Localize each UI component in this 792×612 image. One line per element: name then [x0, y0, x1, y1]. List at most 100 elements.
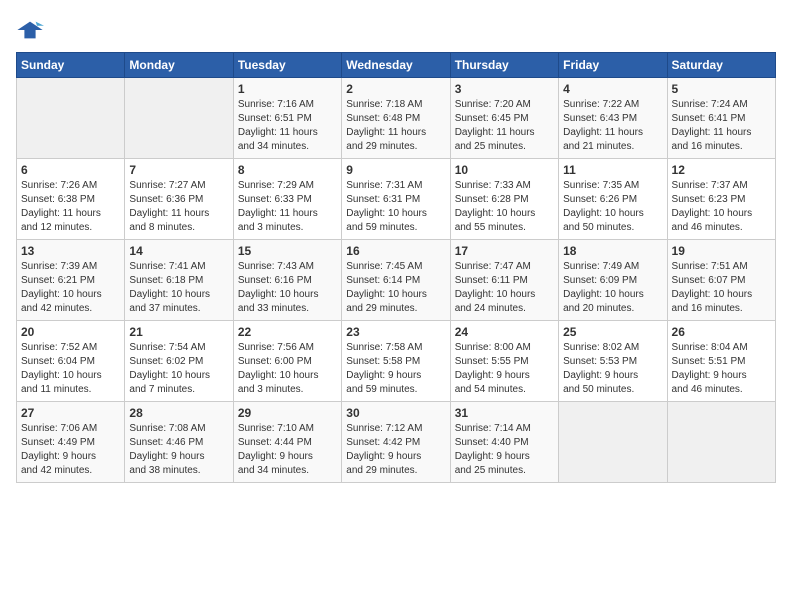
day-number: 31	[455, 406, 554, 420]
day-number: 6	[21, 163, 120, 177]
day-cell: 17 Sunrise: 7:47 AM Sunset: 6:11 PM Dayli…	[450, 240, 558, 321]
logo	[16, 16, 48, 44]
day-number: 2	[346, 82, 445, 96]
day-number: 10	[455, 163, 554, 177]
day-number: 28	[129, 406, 228, 420]
page-header	[16, 16, 776, 44]
logo-icon	[16, 16, 44, 44]
day-info: Sunrise: 8:04 AM Sunset: 5:51 PM Dayligh…	[672, 341, 771, 397]
day-cell: 9 Sunrise: 7:31 AM Sunset: 6:31 PM Daylig…	[342, 159, 450, 240]
day-info: Sunrise: 7:10 AM Sunset: 4:44 PM Dayligh…	[238, 422, 337, 478]
day-number: 26	[672, 325, 771, 339]
day-number: 17	[455, 244, 554, 258]
day-number: 9	[346, 163, 445, 177]
day-cell: 21Sunrise: 7:54 AM Sunset: 6:02 PM Dayli…	[125, 321, 233, 402]
day-header-saturday: Saturday	[667, 53, 775, 78]
day-cell: 20 Sunrise: 7:52 AM Sunset: 6:04 PM Dayli…	[17, 321, 125, 402]
day-number: 22	[238, 325, 337, 339]
day-cell: 29 Sunrise: 7:10 AM Sunset: 4:44 PM Dayli…	[233, 402, 341, 483]
day-cell: 2 Sunrise: 7:18 AM Sunset: 6:48 PM Daylig…	[342, 78, 450, 159]
day-number: 12	[672, 163, 771, 177]
day-cell: 5Sunrise: 7:24 AM Sunset: 6:41 PM Daylig…	[667, 78, 775, 159]
calendar-table: SundayMondayTuesdayWednesdayThursdayFrid…	[16, 52, 776, 483]
day-cell: 3 Sunrise: 7:20 AM Sunset: 6:45 PM Daylig…	[450, 78, 558, 159]
day-cell: 30Sunrise: 7:12 AM Sunset: 4:42 PM Dayli…	[342, 402, 450, 483]
day-cell: 6 Sunrise: 7:26 AM Sunset: 6:38 PM Daylig…	[17, 159, 125, 240]
day-info: Sunrise: 7:08 AM Sunset: 4:46 PM Dayligh…	[129, 422, 228, 478]
day-info: Sunrise: 7:22 AM Sunset: 6:43 PM Dayligh…	[563, 98, 662, 154]
day-header-tuesday: Tuesday	[233, 53, 341, 78]
day-cell: 10 Sunrise: 7:33 AM Sunset: 6:28 PM Dayli…	[450, 159, 558, 240]
day-cell: 1 Sunrise: 7:16 AM Sunset: 6:51 PM Daylig…	[233, 78, 341, 159]
day-info: Sunrise: 7:06 AM Sunset: 4:49 PM Dayligh…	[21, 422, 120, 478]
day-info: Sunrise: 7:26 AM Sunset: 6:38 PM Dayligh…	[21, 179, 120, 235]
day-cell: 28 Sunrise: 7:08 AM Sunset: 4:46 PM Dayli…	[125, 402, 233, 483]
day-info: Sunrise: 7:56 AM Sunset: 6:00 PM Dayligh…	[238, 341, 337, 397]
day-cell: 23Sunrise: 7:58 AM Sunset: 5:58 PM Dayli…	[342, 321, 450, 402]
week-row-1: 1 Sunrise: 7:16 AM Sunset: 6:51 PM Daylig…	[17, 78, 776, 159]
day-cell	[17, 78, 125, 159]
day-number: 13	[21, 244, 120, 258]
day-cell: 27 Sunrise: 7:06 AM Sunset: 4:49 PM Dayli…	[17, 402, 125, 483]
day-cell: 26 Sunrise: 8:04 AM Sunset: 5:51 PM Dayli…	[667, 321, 775, 402]
day-info: Sunrise: 7:31 AM Sunset: 6:31 PM Dayligh…	[346, 179, 445, 235]
day-info: Sunrise: 7:29 AM Sunset: 6:33 PM Dayligh…	[238, 179, 337, 235]
day-number: 8	[238, 163, 337, 177]
day-info: Sunrise: 7:12 AM Sunset: 4:42 PM Dayligh…	[346, 422, 445, 478]
day-cell: 24Sunrise: 8:00 AM Sunset: 5:55 PM Dayli…	[450, 321, 558, 402]
week-row-2: 6 Sunrise: 7:26 AM Sunset: 6:38 PM Daylig…	[17, 159, 776, 240]
day-number: 5	[672, 82, 771, 96]
day-cell: 22 Sunrise: 7:56 AM Sunset: 6:00 PM Dayli…	[233, 321, 341, 402]
day-number: 21	[129, 325, 228, 339]
day-info: Sunrise: 7:33 AM Sunset: 6:28 PM Dayligh…	[455, 179, 554, 235]
day-number: 29	[238, 406, 337, 420]
day-number: 11	[563, 163, 662, 177]
day-info: Sunrise: 7:43 AM Sunset: 6:16 PM Dayligh…	[238, 260, 337, 316]
day-info: Sunrise: 7:20 AM Sunset: 6:45 PM Dayligh…	[455, 98, 554, 154]
day-info: Sunrise: 7:47 AM Sunset: 6:11 PM Dayligh…	[455, 260, 554, 316]
day-info: Sunrise: 7:18 AM Sunset: 6:48 PM Dayligh…	[346, 98, 445, 154]
day-info: Sunrise: 7:45 AM Sunset: 6:14 PM Dayligh…	[346, 260, 445, 316]
day-number: 7	[129, 163, 228, 177]
day-info: Sunrise: 7:52 AM Sunset: 6:04 PM Dayligh…	[21, 341, 120, 397]
day-cell	[667, 402, 775, 483]
day-number: 14	[129, 244, 228, 258]
day-number: 19	[672, 244, 771, 258]
day-number: 3	[455, 82, 554, 96]
day-info: Sunrise: 7:14 AM Sunset: 4:40 PM Dayligh…	[455, 422, 554, 478]
day-cell: 14Sunrise: 7:41 AM Sunset: 6:18 PM Dayli…	[125, 240, 233, 321]
day-info: Sunrise: 8:02 AM Sunset: 5:53 PM Dayligh…	[563, 341, 662, 397]
day-info: Sunrise: 7:37 AM Sunset: 6:23 PM Dayligh…	[672, 179, 771, 235]
day-info: Sunrise: 7:49 AM Sunset: 6:09 PM Dayligh…	[563, 260, 662, 316]
day-number: 20	[21, 325, 120, 339]
day-number: 4	[563, 82, 662, 96]
day-cell: 16Sunrise: 7:45 AM Sunset: 6:14 PM Dayli…	[342, 240, 450, 321]
day-cell: 19 Sunrise: 7:51 AM Sunset: 6:07 PM Dayli…	[667, 240, 775, 321]
day-cell: 12 Sunrise: 7:37 AM Sunset: 6:23 PM Dayli…	[667, 159, 775, 240]
day-cell: 4 Sunrise: 7:22 AM Sunset: 6:43 PM Daylig…	[559, 78, 667, 159]
day-info: Sunrise: 7:51 AM Sunset: 6:07 PM Dayligh…	[672, 260, 771, 316]
day-cell: 25 Sunrise: 8:02 AM Sunset: 5:53 PM Dayli…	[559, 321, 667, 402]
day-cell	[559, 402, 667, 483]
day-number: 15	[238, 244, 337, 258]
day-number: 18	[563, 244, 662, 258]
day-header-sunday: Sunday	[17, 53, 125, 78]
day-cell: 15 Sunrise: 7:43 AM Sunset: 6:16 PM Dayli…	[233, 240, 341, 321]
day-cell: 7 Sunrise: 7:27 AM Sunset: 6:36 PM Daylig…	[125, 159, 233, 240]
day-number: 27	[21, 406, 120, 420]
day-number: 1	[238, 82, 337, 96]
day-header-thursday: Thursday	[450, 53, 558, 78]
day-number: 25	[563, 325, 662, 339]
day-info: Sunrise: 7:16 AM Sunset: 6:51 PM Dayligh…	[238, 98, 337, 154]
day-cell: 8 Sunrise: 7:29 AM Sunset: 6:33 PM Daylig…	[233, 159, 341, 240]
day-info: Sunrise: 7:27 AM Sunset: 6:36 PM Dayligh…	[129, 179, 228, 235]
day-cell: 11Sunrise: 7:35 AM Sunset: 6:26 PM Dayli…	[559, 159, 667, 240]
week-row-4: 20 Sunrise: 7:52 AM Sunset: 6:04 PM Dayli…	[17, 321, 776, 402]
day-info: Sunrise: 7:58 AM Sunset: 5:58 PM Dayligh…	[346, 341, 445, 397]
day-cell: 13 Sunrise: 7:39 AM Sunset: 6:21 PM Dayli…	[17, 240, 125, 321]
day-info: Sunrise: 7:39 AM Sunset: 6:21 PM Dayligh…	[21, 260, 120, 316]
day-header-wednesday: Wednesday	[342, 53, 450, 78]
week-row-3: 13 Sunrise: 7:39 AM Sunset: 6:21 PM Dayli…	[17, 240, 776, 321]
calendar-header: SundayMondayTuesdayWednesdayThursdayFrid…	[17, 53, 776, 78]
header-row: SundayMondayTuesdayWednesdayThursdayFrid…	[17, 53, 776, 78]
